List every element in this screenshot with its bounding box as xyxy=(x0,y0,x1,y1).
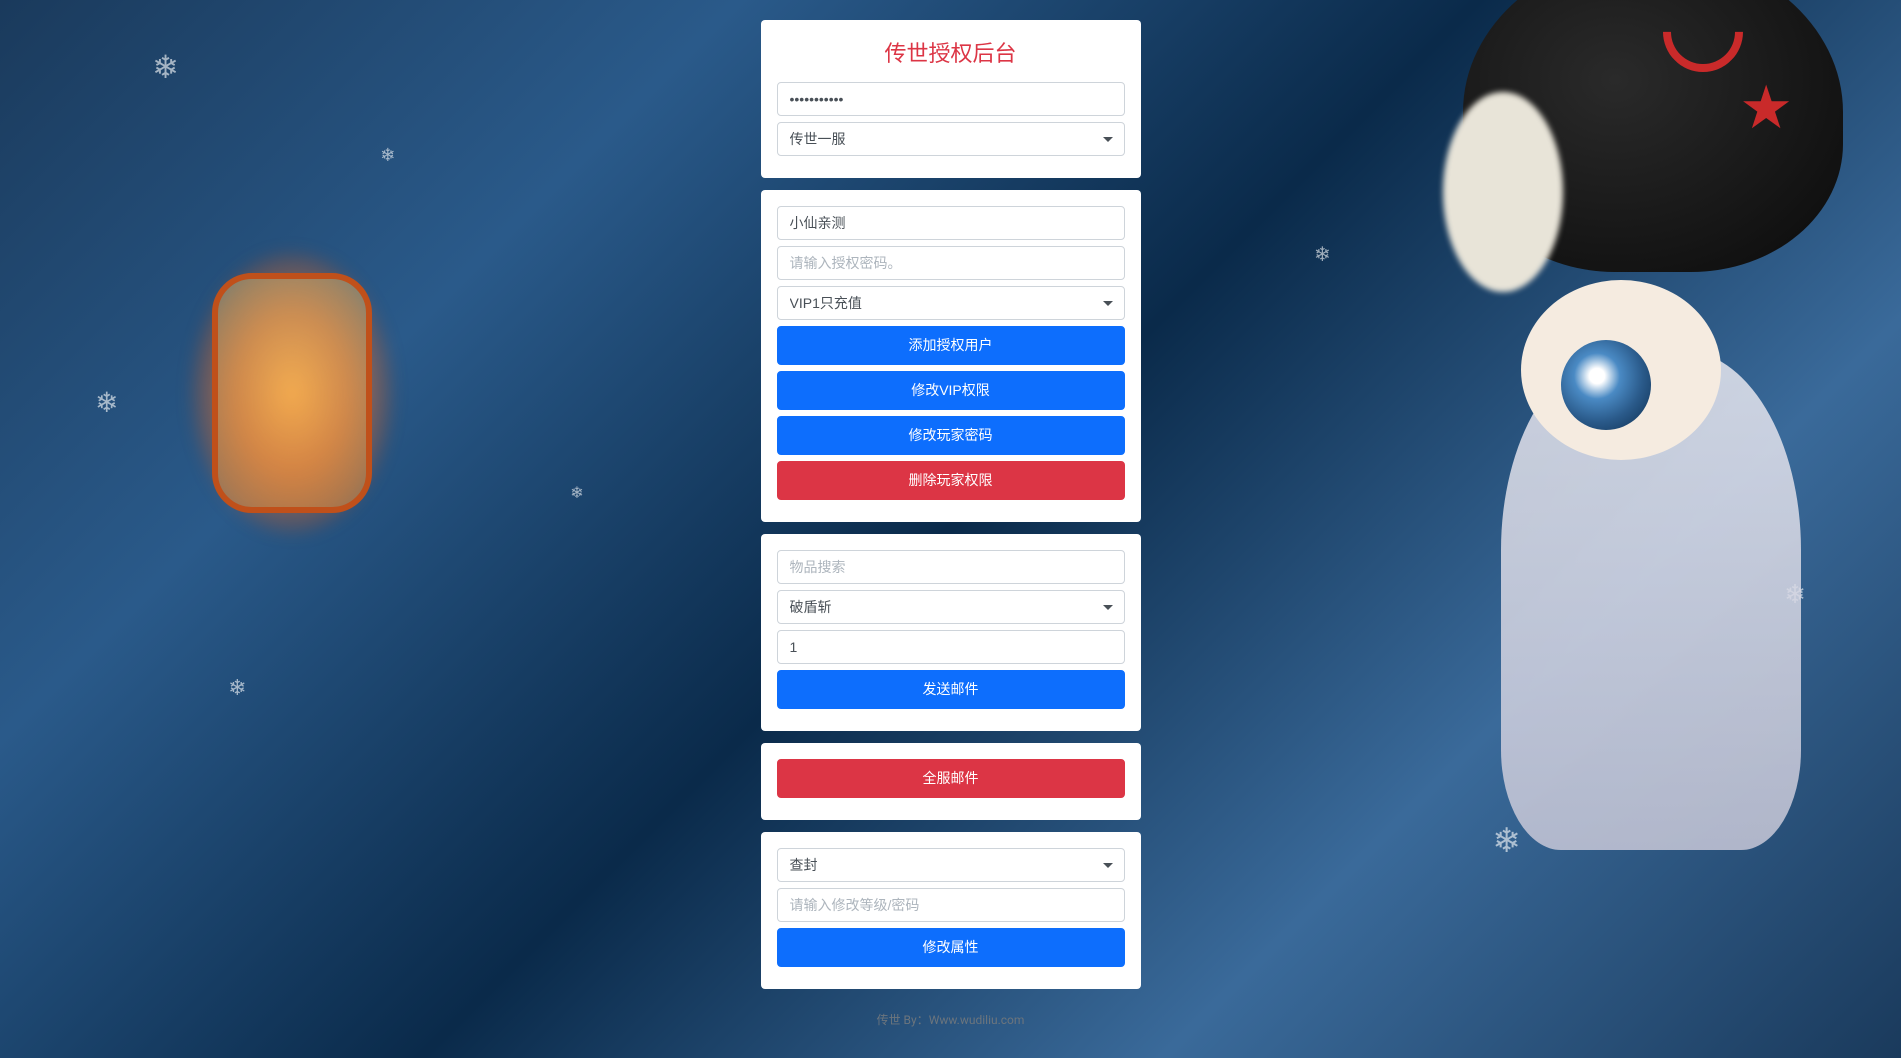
page-title: 传世授权后台 xyxy=(777,36,1125,68)
username-input[interactable] xyxy=(777,206,1125,240)
snowflake-icon: ❄ xyxy=(95,386,118,419)
level-password-input[interactable] xyxy=(777,888,1125,922)
main-panel: 传世授权后台 传世一服 VIP1只充值 添加授权用户 修改VIP权限 修改玩家密… xyxy=(761,0,1141,1058)
send-mail-button[interactable]: 发送邮件 xyxy=(777,670,1125,709)
add-auth-user-button[interactable]: 添加授权用户 xyxy=(777,326,1125,365)
server-select[interactable]: 传世一服 xyxy=(777,122,1125,156)
anime-character: ★ xyxy=(1321,0,1901,966)
modify-vip-button[interactable]: 修改VIP权限 xyxy=(777,371,1125,410)
auth-password-input[interactable] xyxy=(777,246,1125,280)
vip-level-select[interactable]: VIP1只充值 xyxy=(777,286,1125,320)
snowflake-icon: ❄ xyxy=(228,676,246,701)
snowflake-icon: ❄ xyxy=(570,483,583,502)
snowflake-icon: ❄ xyxy=(380,145,395,166)
lantern-decoration xyxy=(152,193,432,593)
global-mail-button[interactable]: 全服邮件 xyxy=(777,759,1125,798)
item-mail-card: 破盾斩 发送邮件 xyxy=(761,534,1141,731)
modify-attr-card: 查封 修改属性 xyxy=(761,832,1141,989)
modify-player-password-button[interactable]: 修改玩家密码 xyxy=(777,416,1125,455)
global-mail-card: 全服邮件 xyxy=(761,743,1141,820)
quantity-input[interactable] xyxy=(777,630,1125,664)
header-card: 传世授权后台 传世一服 xyxy=(761,20,1141,178)
action-select[interactable]: 查封 xyxy=(777,848,1125,882)
user-auth-card: VIP1只充值 添加授权用户 修改VIP权限 修改玩家密码 删除玩家权限 xyxy=(761,190,1141,522)
snowflake-icon: ❄ xyxy=(152,48,179,86)
password-input[interactable] xyxy=(777,82,1125,116)
delete-player-permission-button[interactable]: 删除玩家权限 xyxy=(777,461,1125,500)
item-select[interactable]: 破盾斩 xyxy=(777,590,1125,624)
modify-attribute-button[interactable]: 修改属性 xyxy=(777,928,1125,967)
item-search-input[interactable] xyxy=(777,550,1125,584)
footer-text: 传世 By：Www.wudiliu.com xyxy=(761,1001,1141,1038)
